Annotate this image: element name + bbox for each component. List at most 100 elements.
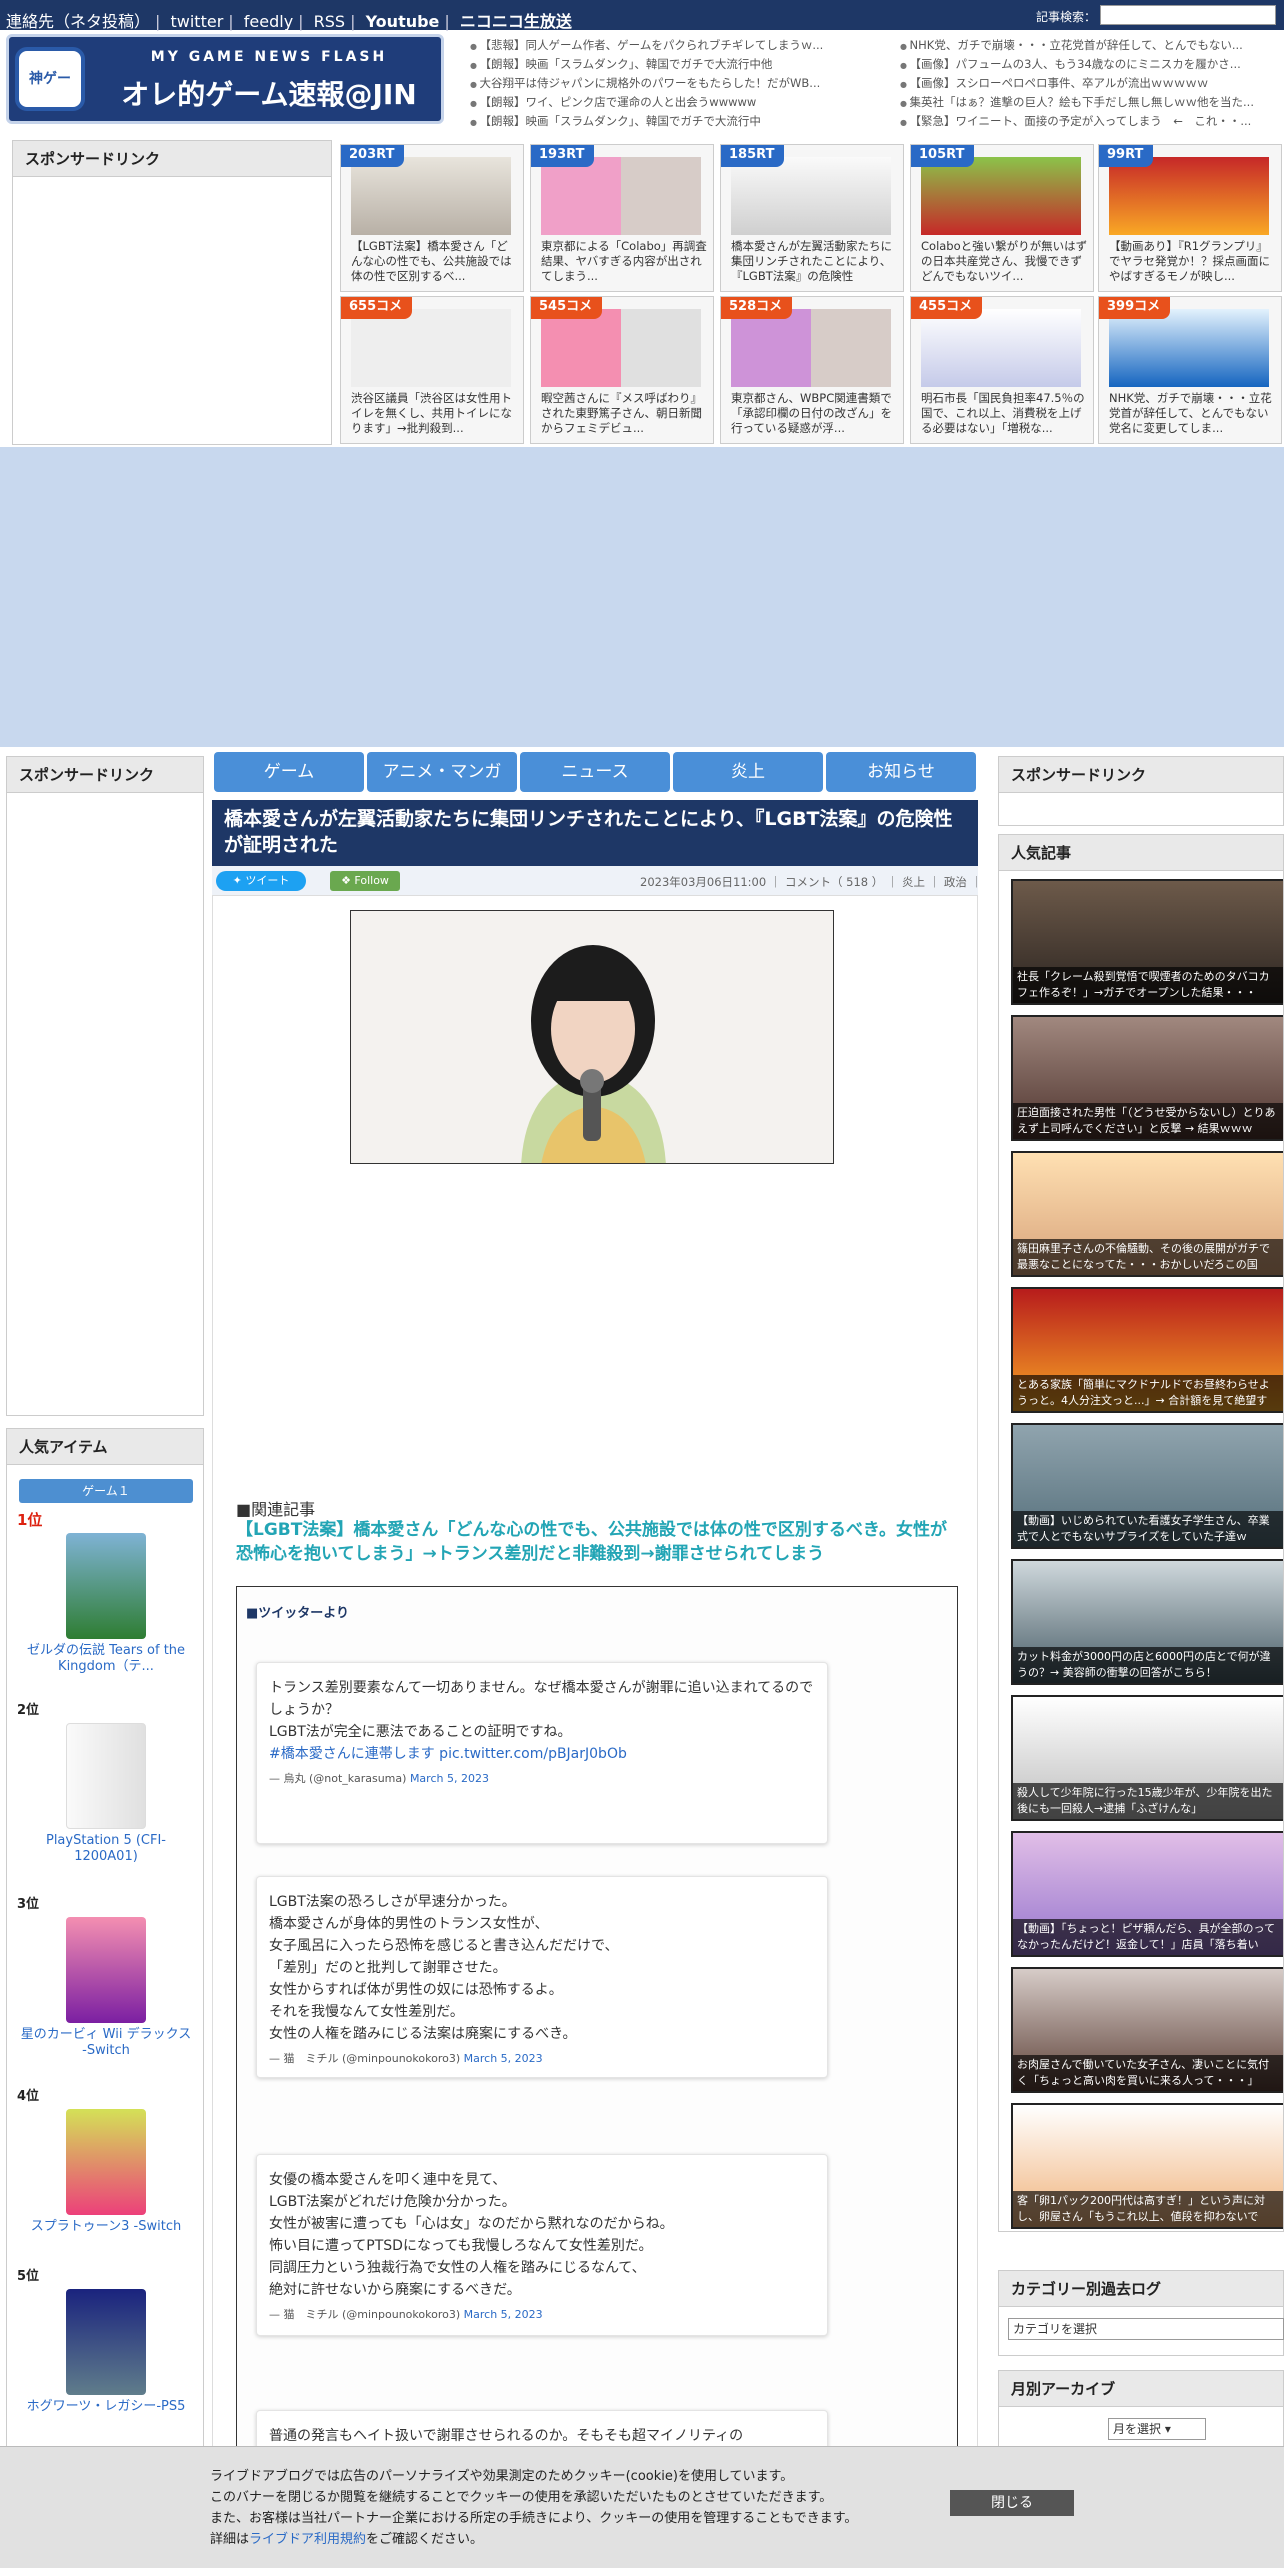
nav-notice[interactable]: お知らせ (826, 752, 976, 792)
embedded-tweet[interactable]: LGBT法案の恐ろしさが早速分かった。 橋本愛さんが身体的男性のトランス女性が、… (256, 1876, 828, 2078)
headline-item[interactable]: 大谷翔平は侍ジャパンに規格外のパワーをもたらした！だがWB... (470, 74, 870, 93)
headline-item[interactable]: 【朗報】映画「スラムダンク」、韓国でガチで大流行中 (470, 112, 870, 131)
popular-article[interactable]: カット料金が3000円の店と6000円の店とで何が違うの？→ 美容師の衝撃の回答… (1011, 1559, 1283, 1685)
ranking-thumb[interactable]: 203RT 【LGBT法案】橋本愛さん「どんな心の性でも、公共施設では体の性で区… (340, 144, 524, 292)
ranking-thumb[interactable]: 185RT 橋本愛さんが左翼活動家たちに集団リンチされたことにより、『LGBT法… (720, 144, 904, 292)
thumb-caption: 【動画あり】『R1グランプリ』でヤラセ発覚か！？採点画面にやばすぎるモノが映し.… (1109, 239, 1270, 283)
tweet-text: 女優の橋本愛さんを叩く連中を見て、 LGBT法案がどれだけ危険か分かった。 女性… (269, 2172, 674, 2298)
thumb-caption: 東京都による「Colabo」再調査結果、ヤバすぎる内容が出されてしまう... (541, 239, 707, 283)
ranking-thumb[interactable]: 399コメ NHK党、ガチで崩壊・・・立花党首が辞任して、とんでもない党名に変更… (1098, 296, 1282, 444)
cookie-line: ライブドアブログでは広告のパーソナライズや効果測定のためクッキー(cookie)… (210, 2469, 794, 2484)
cookie-line: また、お客様は当社パートナー企業における所定の手続きにより、クッキーの使用を管理… (210, 2511, 858, 2526)
ranking-thumb[interactable]: 105RT Colaboと強い繋がりが無いはずの日本共産党さん、我慢できずどんで… (910, 144, 1094, 292)
related-heading: ■関連記事 (236, 1500, 316, 1519)
popular-article-caption: 【動画】「ちょっと！ピザ頼んだら、具が全部のってなかったんだけど！返金して！」店… (1013, 1919, 1283, 1955)
cookie-line: をご確認ください。 (366, 2532, 484, 2547)
item-name[interactable]: 星のカービィ Wii デラックス -Switch (17, 2027, 195, 2059)
follow-button[interactable]: ❖ Follow (330, 871, 400, 891)
nav-game[interactable]: ゲーム (214, 752, 364, 792)
popular-article[interactable]: 【動画】いじめられていた看護女子学生さん、卒業式で人とでもないサプライズをしてい… (1011, 1423, 1283, 1549)
headline-item[interactable]: 集英社「はぁ？進撃の巨人？絵も下手だし無し無しｗｗ他を当た... (900, 93, 1280, 112)
popular-article[interactable]: とある家族「簡単にマクドナルドでお昼終わらせようっと。4人分注文っと...」→ … (1011, 1287, 1283, 1413)
popular-article[interactable]: 圧迫面接された男性「（どうせ受からないし）とりあえず上司呼んでください」と反撃 … (1011, 1015, 1283, 1141)
headline-item[interactable]: 【朗報】ワイ、ピンク店で運命の人と出会うwwwww (470, 93, 870, 112)
item-rank: 2位 (17, 1703, 40, 1718)
thumb-caption: 東京都さん、WBPC関連書類で「承認印欄の日付の改ざん」を行っている疑惑が浮..… (731, 391, 892, 435)
rt-badge: 203RT (341, 145, 405, 167)
terms-link[interactable]: ライブドア利用規約 (249, 2532, 366, 2547)
headline-item[interactable]: 【画像】スシローペロペロ事件、卒アルが流出ｗｗｗｗｗ (900, 74, 1280, 93)
headline-item[interactable]: 【画像】パフュームの3人、もう34歳なのにミニスカを履かさ... (900, 55, 1280, 74)
feedly-link[interactable]: feedly (244, 12, 293, 31)
twitter-link[interactable]: twitter (171, 12, 224, 31)
popular-article[interactable]: 社長「クレーム殺到覚悟で喫煙者のためのタバコカフェ作るぞ！」→ガチでオープンした… (1011, 879, 1283, 1005)
popular-items-box: 人気アイテム ゲーム１ 1位 ゼルダの伝説 Tears of the Kingd… (6, 1428, 204, 2448)
popular-article-caption: 圧迫面接された男性「（どうせ受からないし）とりあえず上司呼んでください」と反撃 … (1013, 1103, 1283, 1139)
item-rank: 1位 (17, 1511, 43, 1529)
tweet-date[interactable]: March 5, 2023 (464, 2308, 543, 2321)
popular-article[interactable]: お肉屋さんで働いていた女子さん、凄いことに気付く「ちょっと高い肉を買いに来る人っ… (1011, 1967, 1283, 2093)
thumb-image (921, 157, 1081, 235)
ranking-thumb[interactable]: 528コメ 東京都さん、WBPC関連書類で「承認印欄の日付の改ざん」を行っている… (720, 296, 904, 444)
tweet-text: LGBT法案の恐ろしさが早速分かった。 橋本愛さんが身体的男性のトランス女性が、… (269, 1894, 619, 2042)
archive-select[interactable]: 月を選択 ▾ (1108, 2418, 1206, 2440)
tweet-date[interactable]: March 5, 2023 (464, 2052, 543, 2065)
cookie-line: このバナーを閉じるか閲覧を継続することでクッキーの使用を承認いただいたものとさせ… (210, 2490, 833, 2505)
headline-item[interactable]: 【朗報】映画「スラムダンク」、韓国でガチで大流行中他 (470, 55, 870, 74)
tweet-author: — 猫 ミチル (@minpounokokoro3) (269, 2308, 461, 2321)
ranking-thumb[interactable]: 99RT 【動画あり】『R1グランプリ』でヤラセ発覚か！？採点画面にやばすぎるモ… (1098, 144, 1282, 292)
site-logo[interactable]: 神ゲー MY GAME NEWS FLASH オレ的ゲーム速報@JIN (6, 34, 444, 124)
ranking-thumb[interactable]: 455コメ 明石市長「国民負担率47.5％の国で、これ以上、消費税を上げる必要は… (910, 296, 1094, 444)
ranking-thumb[interactable]: 545コメ 暇空茜さんに『メス呼ばわり』された東野篤子さん、朝日新聞からフェミデ… (530, 296, 714, 444)
item-name[interactable]: PlayStation 5 (CFI-1200A01) (17, 1833, 195, 1865)
rt-badge: 185RT (721, 145, 785, 167)
ranking-thumb[interactable]: 193RT 東京都による「Colabo」再調査結果、ヤバすぎる内容が出されてしま… (530, 144, 714, 292)
headline-column-right: NHK党、ガチで崩壊・・・立花党首が辞任して、とんでもない... 【画像】パフュ… (900, 36, 1280, 131)
thumb-image (541, 157, 701, 235)
embedded-tweet[interactable]: 女優の橋本愛さんを叩く連中を見て、 LGBT法案がどれだけ危険か分かった。 女性… (256, 2154, 828, 2336)
popular-article[interactable]: 客「卵1パック200円代は高すぎ！」という声に対し、卵屋さん「もうこれ以上、値段… (1011, 2103, 1283, 2229)
nav-news[interactable]: ニュース (520, 752, 670, 792)
ranking-thumb[interactable]: 655コメ 渋谷区議員「渋谷区は女性用トイレを無くし、共用トイレになります」→批… (340, 296, 524, 444)
thumb-caption: 橋本愛さんが左翼活動家たちに集団リンチされたことにより、『LGBT法案』の危険性 (731, 239, 892, 283)
youtube-link[interactable]: Youtube (366, 12, 440, 31)
cookie-close-button[interactable]: 閉じる (950, 2490, 1074, 2516)
headline-item[interactable]: 【悲報】同人ゲーム作者、ゲームをパクられブチギレてしまうｗ... (470, 36, 870, 55)
thumb-caption: Colaboと強い繋がりが無いはずの日本共産党さん、我慢できずどんでもないツイ.… (921, 239, 1088, 283)
tweet-date[interactable]: March 5, 2023 (410, 1772, 489, 1785)
rss-link[interactable]: RSS (314, 12, 345, 31)
popular-article[interactable]: 殺人して少年院に行った15歳少年が、少年院を出た後にも一回殺人→逮捕「ふざけんな… (1011, 1695, 1283, 1821)
category-select[interactable]: カテゴリを選択 (1008, 2318, 1284, 2340)
popular-article[interactable]: 篠田麻里子さんの不倫騒動、その後の展開がガチで最悪なことになってた・・・おかしい… (1011, 1151, 1283, 1277)
contact-link[interactable]: 連絡先（ネタ投稿） (6, 12, 150, 31)
item-image (66, 1723, 146, 1829)
tweet-button[interactable]: ✦ ツイート (216, 871, 306, 891)
twitter-heading: ■ツイッターより (246, 1606, 350, 1621)
tab-game-1[interactable]: ゲーム１ (19, 1479, 193, 1503)
nav-anime-manga[interactable]: アニメ・マンガ (367, 752, 517, 792)
tweet-hashtag-link[interactable]: #橋本愛さんに連帯します pic.twitter.com/pBJarJ0bOb (269, 1743, 815, 1765)
search-input[interactable] (1100, 5, 1276, 25)
embedded-tweet[interactable]: トランス差別要素なんて一切ありません。なぜ橋本愛さんが謝罪に追い込まれてるのでし… (256, 1662, 828, 1844)
thumb-caption: NHK党、ガチで崩壊・・・立花党首が辞任して、とんでもない党名に変更してしま..… (1109, 391, 1272, 435)
item-name[interactable]: ゼルダの伝説 Tears of the Kingdom（テ... (17, 1643, 195, 1675)
nav-flame[interactable]: 炎上 (673, 752, 823, 792)
tweet-label: ツイート (245, 874, 290, 887)
cookie-text: ライブドアブログでは広告のパーソナライズや効果測定のためクッキー(cookie)… (210, 2466, 970, 2550)
related-article-link[interactable]: 【LGBT法案】橋本愛さん「どんな心の性でも、公共施設では体の性で区別するべき。… (236, 1518, 962, 1566)
thumb-image (731, 309, 891, 387)
mascot-icon: 神ゲー (15, 47, 85, 111)
niconico-link[interactable]: ニコニコ生放送 (460, 12, 572, 31)
thumb-caption: 暇空茜さんに『メス呼ばわり』された東野篤子さん、朝日新聞からフェミデビュ... (541, 391, 702, 435)
headline-item[interactable]: NHK党、ガチで崩壊・・・立花党首が辞任して、とんでもない... (900, 36, 1280, 55)
popular-article[interactable]: 【動画】「ちょっと！ピザ頼んだら、具が全部のってなかったんだけど！返金して！」店… (1011, 1831, 1283, 1957)
comment-badge: 545コメ (531, 297, 603, 319)
tweet-author: — 猫 ミチル (@minpounokokoro3) (269, 2052, 461, 2065)
item-name[interactable]: スプラトゥーン3 -Switch (17, 2219, 195, 2235)
sponsored-box-top: スポンサードリンク (12, 140, 332, 445)
thumb-image (1109, 157, 1269, 235)
headline-item[interactable]: 【緊急】ワイニート、面接の予定が入ってしまう ← これ・・... (900, 112, 1280, 131)
logo-title: オレ的ゲーム速報@JIN (121, 78, 417, 111)
article-meta[interactable]: 2023年03月06日11:00 ｜ コメント（ 518 ） ｜ 炎上 ｜ 政治… (640, 874, 982, 890)
item-name[interactable]: ホグワーツ・レガシー-PS5 (17, 2399, 195, 2415)
